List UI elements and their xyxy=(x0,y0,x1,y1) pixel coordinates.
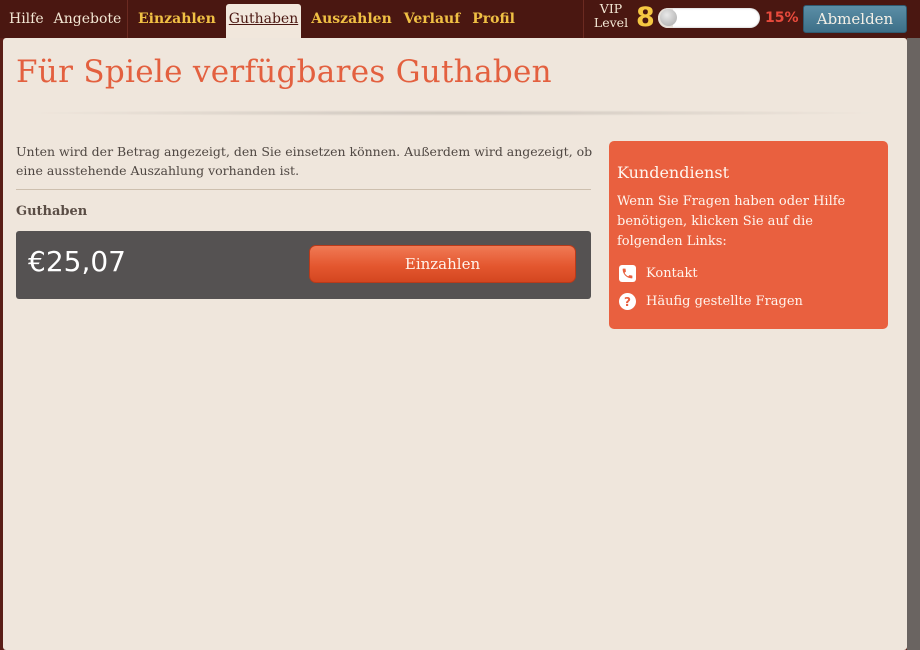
nav-link-hilfe[interactable]: Hilfe xyxy=(9,11,44,27)
content-panel: Für Spiele verfügbares Guthaben Unten wi… xyxy=(3,38,907,650)
vip-progress-percent: 15% xyxy=(765,10,799,26)
faq-link[interactable]: ? Häufig gestellte Fragen xyxy=(619,293,803,310)
vip-label: VIP Level xyxy=(592,2,630,30)
vip-label-line2: Level xyxy=(593,15,629,30)
tab-auszahlen[interactable]: Auszahlen xyxy=(309,11,394,27)
tab-guthaben[interactable]: Guthaben xyxy=(225,4,302,38)
contact-link[interactable]: Kontakt xyxy=(619,265,698,282)
progress-knob-icon xyxy=(660,9,677,26)
intro-divider xyxy=(16,189,591,190)
logout-button[interactable]: Abmelden xyxy=(803,5,907,33)
tab-einzahlen[interactable]: Einzahlen xyxy=(136,11,218,27)
faq-link-label: Häufig gestellte Fragen xyxy=(646,294,803,309)
account-nav: Einzahlen Guthaben Auszahlen Verlauf Pro… xyxy=(132,0,521,38)
vip-progress-bar xyxy=(658,8,760,28)
top-navigation-bar: Hilfe Angebote Einzahlen Guthaben Auszah… xyxy=(0,0,920,38)
nav-link-angebote[interactable]: Angebote xyxy=(54,11,122,27)
intro-text: Unten wird der Betrag angezeigt, den Sie… xyxy=(16,144,593,178)
balance-box: €25,07 Einzahlen xyxy=(16,231,591,299)
tab-profil[interactable]: Profil xyxy=(470,11,517,27)
balance-amount: €25,07 xyxy=(28,245,126,278)
contact-link-label: Kontakt xyxy=(646,266,698,281)
question-icon: ? xyxy=(619,293,636,310)
customer-service-card: Kundendienst Wenn Sie Fragen haben oder … xyxy=(609,141,888,329)
page-scrollbar[interactable] xyxy=(907,38,920,650)
nav-divider xyxy=(583,0,584,38)
balance-label: Guthaben xyxy=(16,204,88,219)
customer-service-text: Wenn Sie Fragen haben oder Hilfe benötig… xyxy=(617,194,846,249)
nav-divider xyxy=(127,0,128,38)
vip-level-number: 8 xyxy=(636,2,655,33)
page-title: Für Spiele verfügbares Guthaben xyxy=(16,54,552,90)
phone-icon xyxy=(619,265,636,282)
vip-label-line1: VIP xyxy=(599,1,623,16)
tab-verlauf[interactable]: Verlauf xyxy=(402,11,462,27)
title-divider xyxy=(16,110,886,116)
customer-service-title: Kundendienst xyxy=(617,163,729,182)
secondary-nav: Hilfe Angebote xyxy=(4,0,126,38)
deposit-button[interactable]: Einzahlen xyxy=(309,245,576,283)
